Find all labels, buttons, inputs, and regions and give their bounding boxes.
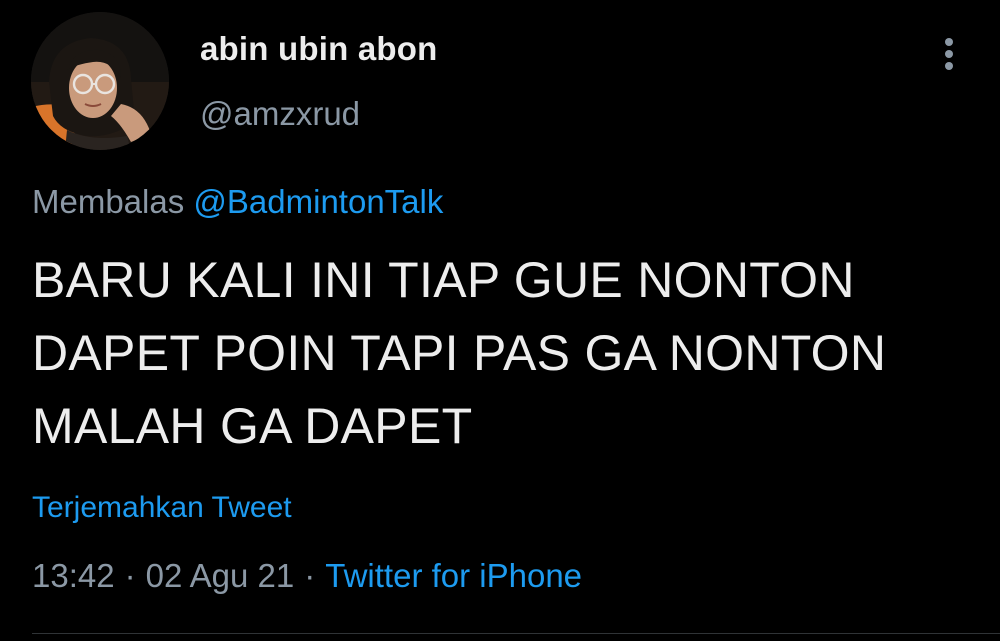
- vertical-ellipsis-icon[interactable]: [935, 34, 965, 74]
- reply-context: Membalas @BadmintonTalk: [32, 183, 443, 221]
- tweet-date[interactable]: 02 Agu 21: [146, 557, 295, 594]
- meta-separator: ·: [304, 557, 316, 594]
- tweet-text-line: BARU KALI INI TIAP GUE NONTON: [32, 252, 855, 308]
- meta-separator: ·: [124, 557, 136, 594]
- translate-tweet-link[interactable]: Terjemahkan Tweet: [32, 491, 292, 525]
- author-display-name[interactable]: abin ubin abon: [200, 30, 437, 68]
- avatar[interactable]: [31, 12, 169, 150]
- dot: [945, 50, 953, 58]
- avatar-photo: [31, 12, 169, 150]
- tweet-text-line: DAPET POIN TAPI PAS GA NONTON: [32, 325, 887, 381]
- dot: [945, 38, 953, 46]
- tweet-text: BARU KALI INI TIAP GUE NONTON DAPET POIN…: [32, 244, 962, 463]
- reply-prefix: Membalas: [32, 183, 185, 220]
- tweet-source-link[interactable]: Twitter for iPhone: [325, 557, 582, 594]
- tweet-time[interactable]: 13:42: [32, 557, 115, 594]
- author-handle[interactable]: @amzxrud: [200, 95, 360, 133]
- divider: [32, 633, 1000, 634]
- tweet-metadata: 13:42 · 02 Agu 21 · Twitter for iPhone: [32, 557, 582, 595]
- dot: [945, 62, 953, 70]
- reply-mention-link[interactable]: @BadmintonTalk: [193, 183, 443, 220]
- tweet-detail: abin ubin abon @amzxrud Membalas @Badmin…: [0, 0, 1000, 641]
- tweet-text-line: MALAH GA DAPET: [32, 398, 473, 454]
